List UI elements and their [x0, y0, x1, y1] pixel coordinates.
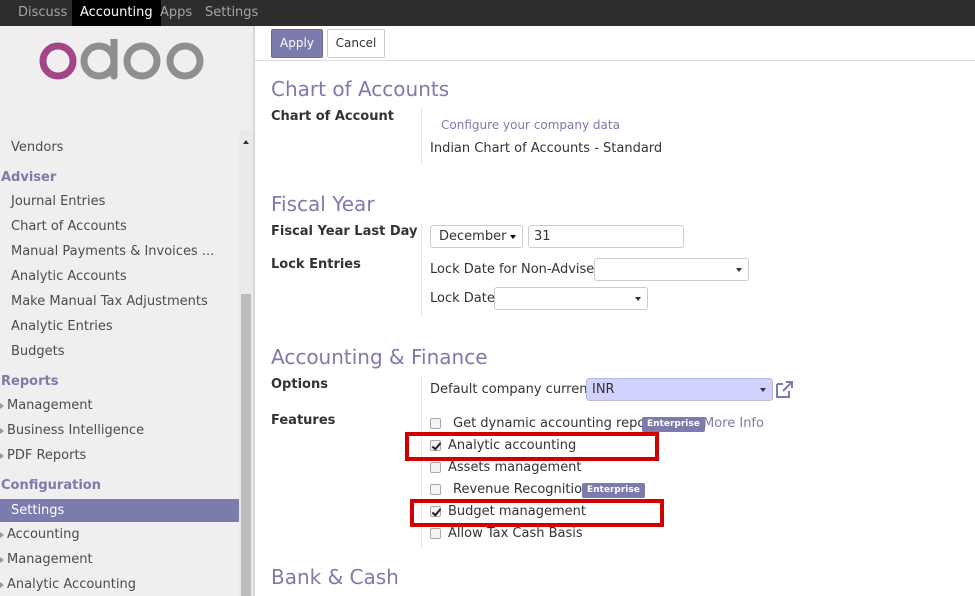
enterprise-badge: Enterprise [642, 417, 705, 432]
nav-apps[interactable]: Apps [152, 0, 200, 26]
tax-cash-basis-checkbox[interactable] [430, 528, 441, 539]
field-divider [421, 223, 422, 317]
currency-value: INR [592, 382, 615, 397]
lock-date-input[interactable] [494, 287, 648, 310]
sidebar-item-analytic-accounts[interactable]: Analytic Accounts [11, 267, 127, 287]
sidebar-item-analytic-entries[interactable]: Analytic Entries [11, 317, 113, 337]
configure-company-link[interactable]: Configure your company data [441, 118, 620, 132]
chevron-down-icon [760, 388, 766, 392]
lock-date-label: Lock Date [430, 291, 495, 306]
highlight-box-analytic-accounting [405, 432, 659, 461]
field-divider [421, 108, 422, 164]
feature-label: Assets management [448, 460, 582, 475]
highlight-box-budget-management [410, 499, 664, 527]
sidebar-item-pdf-reports[interactable]: PDF Reports [7, 446, 86, 466]
chevron-down-icon [510, 235, 516, 239]
fiscal-day-input[interactable]: 31 [528, 225, 684, 248]
top-navbar: Discuss Accounting Apps Settings [0, 0, 975, 26]
sidebar-item-management-config[interactable]: Management [7, 550, 93, 570]
nav-accounting[interactable]: Accounting [72, 0, 161, 26]
revenue-recognition-checkbox[interactable] [430, 484, 441, 495]
sidebar-item-analytic-accounting[interactable]: Analytic Accounting [7, 575, 136, 595]
feature-label: Revenue Recognition [453, 482, 591, 497]
expand-arrow-icon[interactable] [0, 557, 4, 563]
fiscal-month-value: December [439, 229, 507, 244]
options-label: Options [271, 377, 328, 392]
expand-arrow-icon[interactable] [0, 428, 4, 434]
sidebar-item-settings[interactable]: Settings [0, 499, 239, 522]
external-link-icon[interactable] [774, 381, 794, 399]
sidebar-item-journal-entries[interactable]: Journal Entries [11, 192, 105, 212]
feature-label: Get dynamic accounting reports [453, 416, 663, 431]
fiscal-year-last-day-label: Fiscal Year Last Day [271, 224, 418, 239]
sidebar-item-label: Settings [11, 503, 65, 518]
assets-management-checkbox[interactable] [430, 462, 441, 473]
section-title-chart-of-accounts: Chart of Accounts [271, 77, 450, 101]
lock-entries-label: Lock Entries [271, 257, 361, 272]
apply-button[interactable]: Apply [271, 29, 323, 58]
section-title-bank-cash: Bank & Cash [271, 565, 399, 589]
sidebar-item-accounting[interactable]: Accounting [7, 525, 80, 545]
scroll-up-arrow-icon[interactable] [243, 140, 249, 144]
cancel-button[interactable]: Cancel [327, 29, 385, 58]
sidebar-scrollbar-thumb[interactable] [241, 294, 251, 596]
chevron-down-icon [736, 268, 742, 272]
chart-of-account-value: Indian Chart of Accounts - Standard [430, 141, 663, 156]
features-label: Features [271, 413, 336, 428]
expand-arrow-icon[interactable] [0, 532, 4, 538]
sidebar-section-reports: Reports [1, 374, 59, 389]
nav-settings[interactable]: Settings [197, 0, 266, 26]
more-info-link[interactable]: More Info [703, 416, 764, 431]
dynamic-reports-checkbox[interactable] [430, 418, 441, 429]
sidebar-item-manual-payments[interactable]: Manual Payments & Invoices ... [11, 242, 214, 262]
currency-select[interactable]: INR [586, 378, 773, 401]
sidebar-item-management[interactable]: Management [7, 396, 93, 416]
lock-date-non-advisers-input[interactable] [594, 258, 749, 281]
expand-arrow-icon[interactable] [0, 582, 4, 588]
sidebar-item-tax-adjustments[interactable]: Make Manual Tax Adjustments [11, 292, 208, 312]
expand-arrow-icon[interactable] [0, 453, 4, 459]
expand-arrow-icon[interactable] [0, 403, 4, 409]
sidebar-item-business-intelligence[interactable]: Business Intelligence [7, 421, 144, 441]
section-title-accounting-finance: Accounting & Finance [271, 345, 488, 369]
enterprise-badge: Enterprise [582, 483, 645, 498]
feature-label: Allow Tax Cash Basis [448, 526, 583, 541]
odoo-logo[interactable] [38, 35, 208, 87]
sidebar-divider [253, 26, 255, 596]
chart-of-account-label: Chart of Account [271, 109, 394, 124]
sidebar-item-budgets[interactable]: Budgets [11, 342, 65, 362]
lock-date-non-advisers-label: Lock Date for Non-Advisers [430, 262, 607, 277]
fiscal-month-select[interactable]: December [430, 225, 523, 248]
chevron-down-icon [635, 297, 641, 301]
sidebar-item-chart-of-accounts[interactable]: Chart of Accounts [11, 217, 127, 237]
sidebar-item-vendors[interactable]: Vendors [11, 138, 63, 158]
nav-discuss[interactable]: Discuss [10, 0, 75, 26]
sidebar-section-adviser: Adviser [1, 170, 57, 185]
sidebar-section-configuration: Configuration [1, 478, 101, 493]
section-title-fiscal-year: Fiscal Year [271, 192, 375, 216]
currency-label: Default company currency [430, 382, 603, 397]
